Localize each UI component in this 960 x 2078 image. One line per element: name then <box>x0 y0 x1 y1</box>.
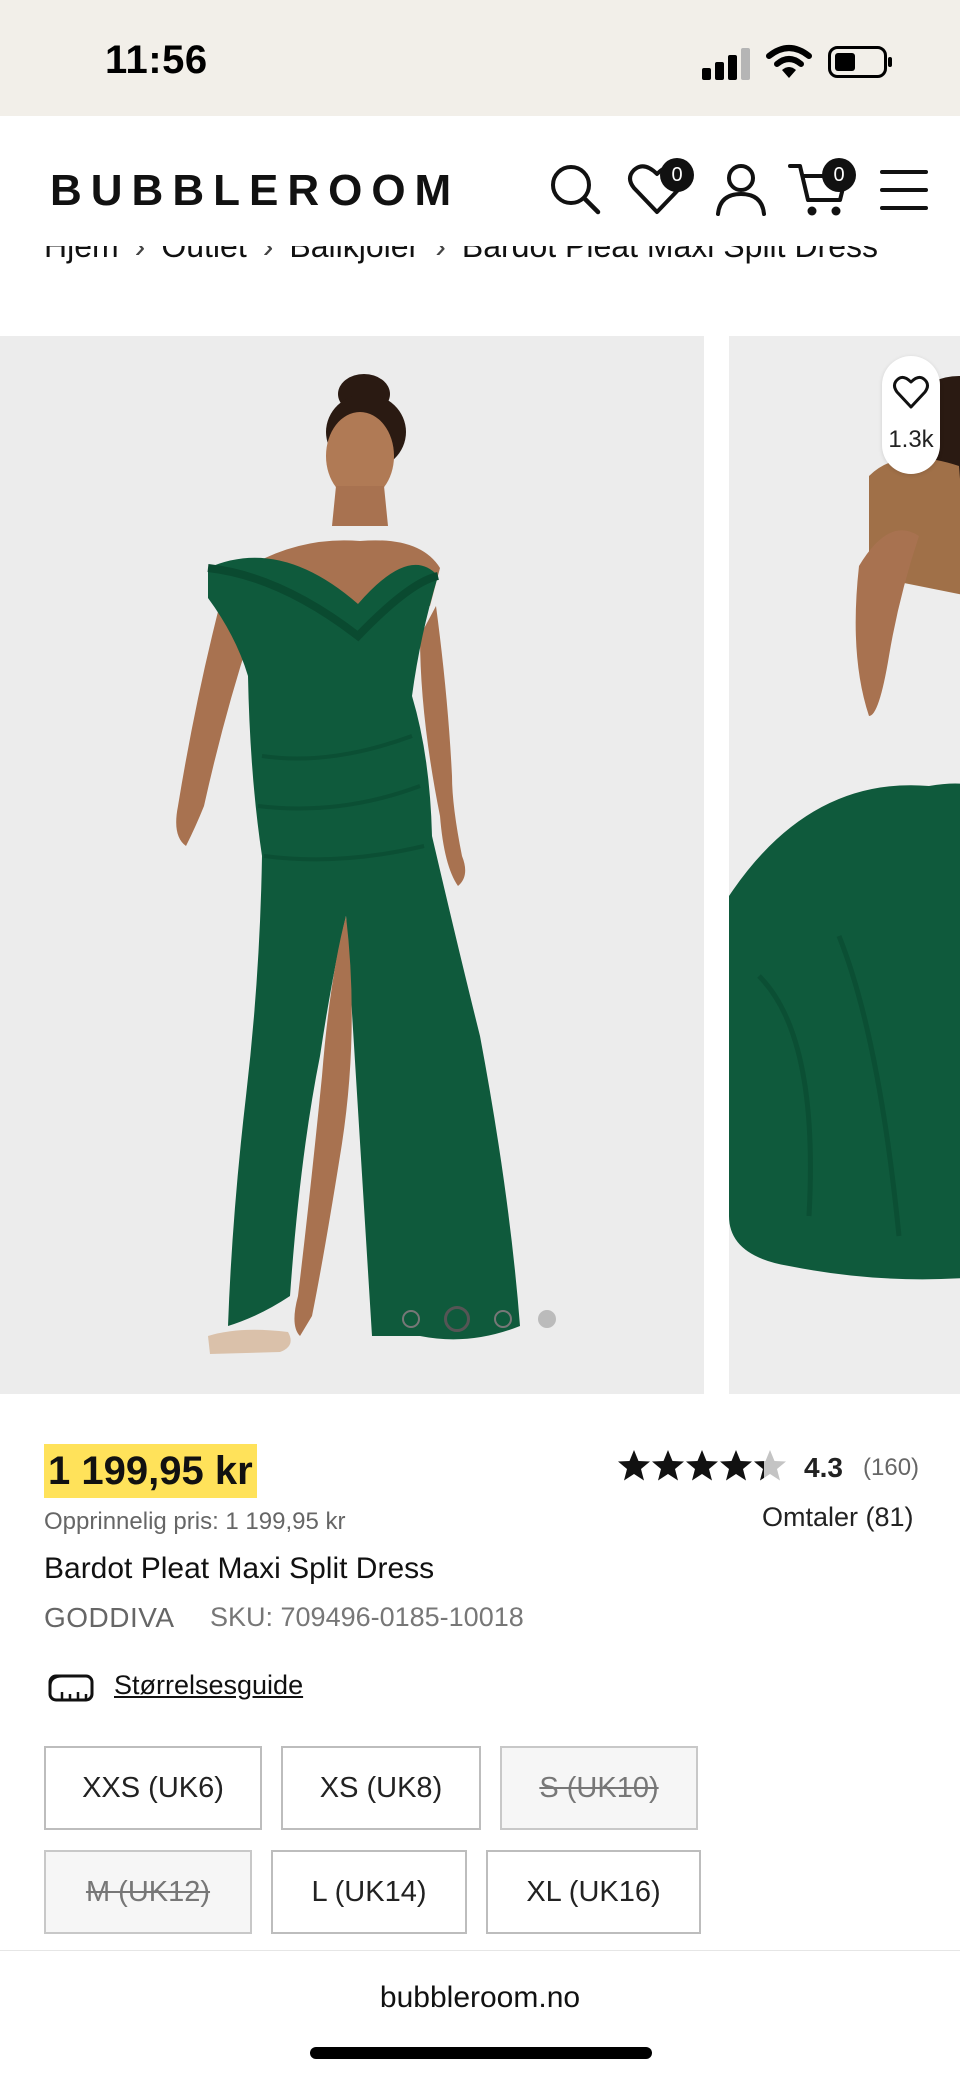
battery-icon <box>828 46 892 78</box>
chevron-right-icon: › <box>435 246 446 264</box>
chevron-right-icon: › <box>262 246 274 264</box>
size-option-l[interactable]: L (UK14) <box>271 1850 467 1934</box>
breadcrumb: Hjem › Outlet › Ballkjoler › Bardot Pleat Maxi… <box>0 246 960 282</box>
measuring-tape-icon <box>48 1674 94 1702</box>
product-gallery[interactable]: 1.3k <box>0 336 960 1394</box>
model-photo <box>0 336 704 1394</box>
add-to-wishlist-button[interactable]: 1.3k <box>882 356 940 474</box>
breadcrumb-item-outlet[interactable]: Outlet <box>161 246 246 264</box>
size-option-xxs[interactable]: XXS (UK6) <box>44 1746 262 1830</box>
status-time: 11:56 <box>105 38 208 82</box>
breadcrumb-item-home[interactable]: Hjem <box>44 246 119 264</box>
home-indicator[interactable] <box>310 2047 652 2059</box>
wishlist-count-badge: 0 <box>660 158 694 192</box>
original-price: Opprinnelig pris: 1 199,95 kr <box>44 1508 346 1535</box>
carousel-dot-2[interactable] <box>444 1306 470 1332</box>
heart-icon <box>893 375 929 409</box>
wishlist-total: 1.3k <box>888 426 934 453</box>
product-name: Bardot Pleat Maxi Split Dress <box>44 1552 435 1585</box>
carousel-dots <box>400 1304 560 1334</box>
product-price: 1 199,95 kr <box>44 1444 257 1498</box>
model-photo-2 <box>729 336 960 1394</box>
size-option-xs[interactable]: XS (UK8) <box>281 1746 481 1830</box>
status-bar: 11:56 <box>0 0 960 116</box>
rating-count: (160) <box>863 1454 920 1481</box>
menu-icon[interactable] <box>874 156 940 222</box>
product-sku: SKU: 709496-0185-10018 <box>210 1602 524 1632</box>
product-image-1[interactable] <box>0 336 704 1394</box>
search-icon[interactable] <box>542 156 608 222</box>
cart-button[interactable]: 0 <box>786 156 862 226</box>
wishlist-button[interactable]: 0 <box>624 156 700 226</box>
signal-icon <box>702 48 750 80</box>
carousel-dot-4[interactable] <box>538 1310 556 1328</box>
account-icon[interactable] <box>708 156 774 222</box>
breadcrumb-item-current: Bardot Pleat Maxi Split Dress <box>461 246 878 264</box>
url-field[interactable]: bubbleroom.no <box>0 1981 960 2015</box>
rating-value: 4.3 <box>804 1452 843 1483</box>
star-rating-icon <box>618 1450 786 1481</box>
size-option-xl[interactable]: XL (UK16) <box>486 1850 701 1934</box>
cart-count-badge: 0 <box>822 158 856 192</box>
size-option-m[interactable]: M (UK12) <box>44 1850 252 1934</box>
brand-link[interactable]: GODDIVA <box>44 1602 175 1634</box>
reviews-link[interactable]: Omtaler (81) <box>762 1502 914 1533</box>
carousel-dot-3[interactable] <box>494 1310 512 1328</box>
size-option-s[interactable]: S (UK10) <box>500 1746 698 1830</box>
site-header: BUBBLEROOM 0 0 <box>0 116 960 266</box>
size-guide-label: Størrelsesguide <box>114 1670 304 1700</box>
carousel-dot-1[interactable] <box>402 1310 420 1328</box>
chevron-right-icon: › <box>134 246 146 264</box>
logo[interactable]: BUBBLEROOM <box>50 166 460 216</box>
product-image-2[interactable] <box>729 336 960 1394</box>
browser-address-bar: bubbleroom.no <box>0 1950 960 2078</box>
breadcrumb-item-category[interactable]: Ballkjoler <box>289 246 419 264</box>
product-rating[interactable]: 4.3 (160) <box>618 1446 920 1490</box>
wifi-icon <box>766 45 812 78</box>
